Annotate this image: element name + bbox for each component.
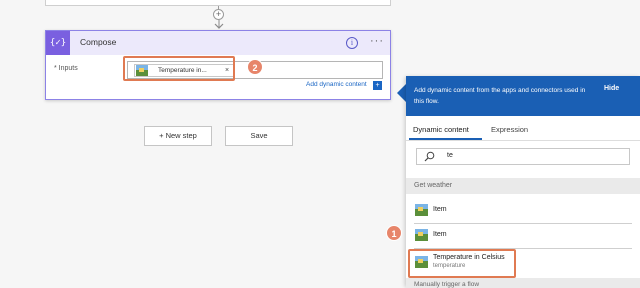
list-item[interactable]: Item [406,225,640,247]
compose-braces-icon: {✓} [46,31,70,55]
step-badge-1: 1 [386,225,402,241]
section-header-manual-trigger[interactable]: Manually trigger a flow [406,278,640,288]
inputs-label: * Inputs [54,65,78,72]
search-value: te [447,152,453,159]
panel-header: Add dynamic content from the apps and co… [406,76,640,116]
section-header-get-weather[interactable]: Get weather [406,178,640,194]
info-icon[interactable]: i [346,37,358,49]
panel-pointer [397,84,406,102]
add-dynamic-content-icon[interactable]: + [373,81,382,90]
new-step-button[interactable]: + New step [144,126,212,146]
list-item[interactable]: Item [406,200,640,222]
search-icon [424,151,435,162]
item-highlight-box [408,249,516,278]
step-badge-2: 2 [247,59,263,75]
arrow-down-icon [214,20,224,29]
compose-title: Compose [80,37,117,47]
weather-thumbnail-icon [415,229,428,241]
list-item-label: Item [433,206,447,213]
save-button[interactable]: Save [225,126,293,146]
list-item-label: Item [433,231,447,238]
insert-step-button[interactable]: + [213,9,224,20]
more-options-icon[interactable]: ··· [370,35,384,47]
token-highlight-box [123,56,235,81]
panel-header-text: Add dynamic content from the apps and co… [414,87,586,105]
search-input[interactable]: te [416,148,630,165]
compose-header[interactable]: {✓} Compose i ··· [46,31,390,55]
hide-panel-link[interactable]: Hide [604,85,619,92]
weather-thumbnail-icon [415,204,428,216]
add-dynamic-content-link[interactable]: Add dynamic content [306,81,367,88]
list-divider [414,223,632,224]
tab-expression[interactable]: Expression [491,125,528,134]
tab-dynamic-content[interactable]: Dynamic content [413,125,469,134]
tab-divider [406,140,640,141]
